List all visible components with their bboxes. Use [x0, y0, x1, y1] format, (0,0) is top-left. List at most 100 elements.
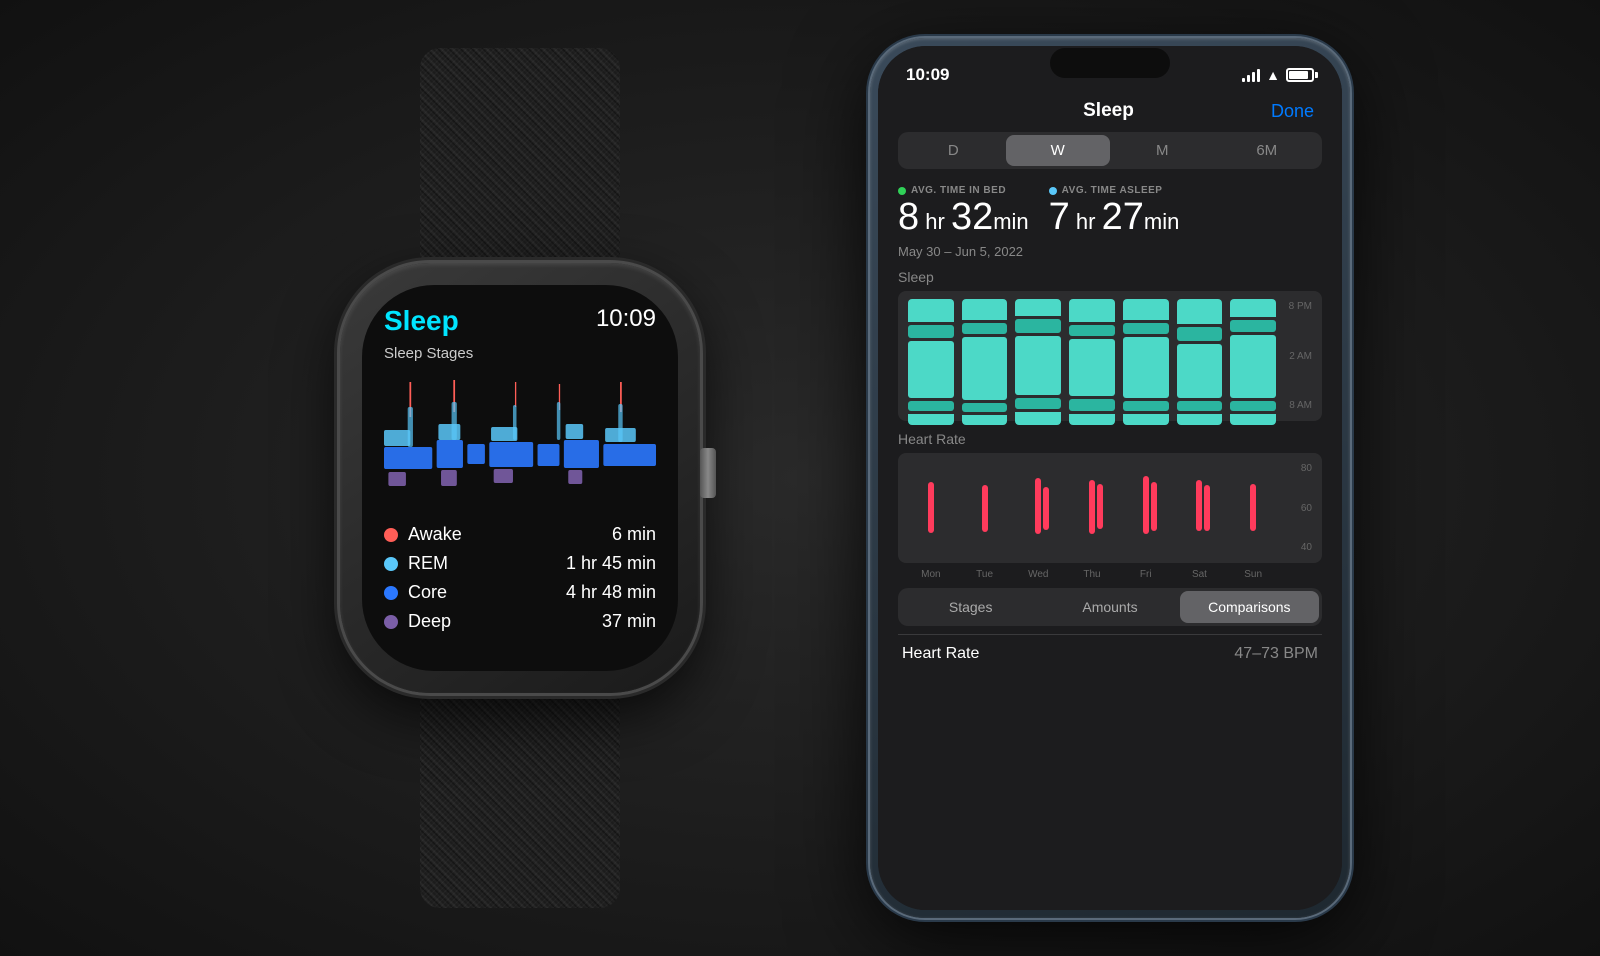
heart-rate-section-label: Heart Rate — [898, 431, 1322, 447]
bottom-tabs: Stages Amounts Comparisons — [898, 588, 1322, 626]
hr-y-80: 80 — [1276, 463, 1312, 474]
hr-col-thu — [1069, 461, 1115, 555]
sleep-stages-list: Awake 6 min REM 1 hr 45 min — [384, 524, 656, 632]
stage-rem: REM 1 hr 45 min — [384, 553, 656, 574]
sleep-y-labels: 8 PM 2 AM 8 AM — [1276, 299, 1312, 413]
scene: Sleep 10:09 Sleep Stages — [0, 0, 1600, 956]
time-in-bed-stat: AVG. TIME IN BED 8 hr 32min — [898, 185, 1029, 236]
core-label: Core — [408, 582, 447, 603]
period-selector: D W M 6M — [898, 132, 1322, 169]
wifi-icon: ▲ — [1266, 67, 1280, 83]
phone-content: D W M 6M AVG. TIME IN BED — [878, 132, 1342, 910]
tab-comparisons[interactable]: Comparisons — [1180, 591, 1319, 623]
time-asleep-label: AVG. TIME ASLEEP — [1049, 185, 1180, 196]
phone-body: 10:09 ▲ — [870, 38, 1350, 918]
y-label-8pm: 8 PM — [1276, 301, 1312, 312]
hr-col-tue — [962, 461, 1008, 555]
bed-dot — [898, 187, 906, 195]
awake-dot — [384, 528, 398, 542]
sleep-col-sat — [1177, 299, 1223, 413]
deep-label: Deep — [408, 611, 451, 632]
phone-screen: 10:09 ▲ — [878, 46, 1342, 910]
period-m[interactable]: M — [1110, 135, 1215, 166]
time-asleep-value: 7 hr 27min — [1049, 198, 1180, 236]
phone-notch — [1050, 48, 1170, 78]
tab-stages[interactable]: Stages — [901, 591, 1040, 623]
hr-y-40: 40 — [1276, 542, 1312, 553]
bottom-stat-label: Heart Rate — [902, 645, 979, 663]
rem-label: REM — [408, 553, 448, 574]
core-dot — [384, 586, 398, 600]
sleep-section-label: Sleep — [898, 269, 1322, 285]
day-sun: Sun — [1230, 569, 1276, 580]
hr-col-sat — [1177, 461, 1223, 555]
phone-container: 10:09 ▲ — [870, 38, 1350, 918]
watch-band-top — [420, 48, 620, 268]
signal-icon — [1242, 68, 1260, 82]
hr-col-mon — [908, 461, 954, 555]
hr-col-sun — [1230, 461, 1276, 555]
watch-body: Sleep 10:09 Sleep Stages — [340, 263, 700, 693]
hr-y-labels: 80 60 40 — [1276, 461, 1312, 555]
done-button[interactable]: Done — [1271, 101, 1314, 122]
rem-duration: 1 hr 45 min — [566, 553, 656, 574]
day-mon: Mon — [908, 569, 954, 580]
y-label-2am: 2 AM — [1276, 351, 1312, 362]
watch-band-bottom — [420, 688, 620, 908]
asleep-dot — [1049, 187, 1057, 195]
stage-awake: Awake 6 min — [384, 524, 656, 545]
battery-icon — [1286, 68, 1314, 82]
bottom-stat-row: Heart Rate 47–73 BPM — [898, 634, 1322, 673]
tab-amounts[interactable]: Amounts — [1040, 591, 1179, 623]
day-fri: Fri — [1123, 569, 1169, 580]
sleep-bar-chart: 8 PM 2 AM 8 AM — [898, 291, 1322, 421]
bottom-stat-value: 47–73 BPM — [1234, 645, 1318, 663]
y-label-8am: 8 AM — [1276, 400, 1312, 411]
date-range: May 30 – Jun 5, 2022 — [898, 244, 1322, 259]
status-time: 10:09 — [906, 65, 949, 85]
watch-time: 10:09 — [596, 305, 656, 333]
watch-crown — [700, 448, 716, 498]
sleep-col-sun — [1230, 299, 1276, 413]
period-d[interactable]: D — [901, 135, 1006, 166]
sleep-col-thu — [1069, 299, 1115, 413]
day-thu: Thu — [1069, 569, 1115, 580]
day-sat: Sat — [1177, 569, 1223, 580]
watch-header: Sleep 10:09 — [384, 305, 656, 337]
awake-duration: 6 min — [612, 524, 656, 545]
deep-duration: 37 min — [602, 611, 656, 632]
status-icons: ▲ — [1242, 67, 1314, 83]
heart-rate-chart: 80 60 40 — [898, 453, 1322, 563]
core-duration: 4 hr 48 min — [566, 582, 656, 603]
period-6m[interactable]: 6M — [1215, 135, 1320, 166]
watch-sleep-chart — [384, 372, 656, 512]
hr-col-fri — [1123, 461, 1169, 555]
watch-subtitle: Sleep Stages — [384, 345, 656, 362]
period-w[interactable]: W — [1006, 135, 1111, 166]
watch-title: Sleep — [384, 305, 459, 337]
nav-title: Sleep — [1083, 100, 1134, 122]
sleep-col-mon — [908, 299, 954, 413]
hr-y-60: 60 — [1276, 503, 1312, 514]
day-wed: Wed — [1015, 569, 1061, 580]
day-labels: Mon Tue Wed Thu Fri Sat Sun — [898, 567, 1322, 580]
time-asleep-stat: AVG. TIME ASLEEP 7 hr 27min — [1049, 185, 1180, 236]
stage-core: Core 4 hr 48 min — [384, 582, 656, 603]
watch-container: Sleep 10:09 Sleep Stages — [250, 48, 790, 908]
stage-deep: Deep 37 min — [384, 611, 656, 632]
time-in-bed-label: AVG. TIME IN BED — [898, 185, 1029, 196]
hr-bars — [908, 461, 1276, 555]
awake-label: Awake — [408, 524, 462, 545]
sleep-col-tue — [962, 299, 1008, 413]
phone-nav: Sleep Done — [878, 96, 1342, 132]
deep-dot — [384, 615, 398, 629]
rem-dot — [384, 557, 398, 571]
day-tue: Tue — [962, 569, 1008, 580]
watch-screen: Sleep 10:09 Sleep Stages — [362, 285, 678, 671]
sleep-bars — [908, 299, 1276, 413]
stats-section: AVG. TIME IN BED 8 hr 32min AVG. TIME AS… — [898, 185, 1322, 236]
sleep-col-wed — [1015, 299, 1061, 413]
hr-col-wed — [1015, 461, 1061, 555]
time-in-bed-value: 8 hr 32min — [898, 198, 1029, 236]
sleep-col-fri — [1123, 299, 1169, 413]
